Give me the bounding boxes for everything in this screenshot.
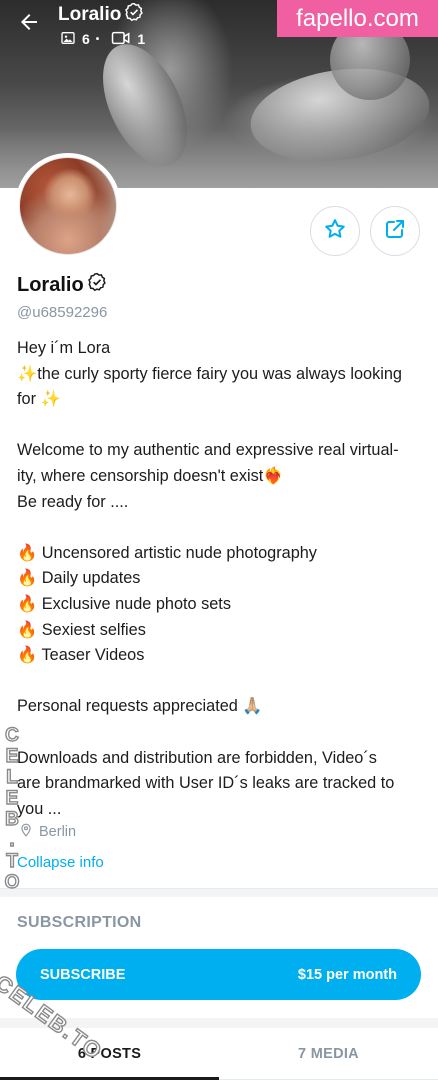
- bio-line: Welcome to my authentic and expressive r…: [17, 441, 399, 460]
- section-gap: [0, 889, 438, 897]
- avatar-image: [19, 157, 117, 255]
- side-watermark-letter: B: [4, 808, 19, 830]
- profile-location: Berlin: [19, 822, 76, 842]
- star-icon: [323, 217, 347, 246]
- stats-separator: •: [95, 33, 100, 45]
- side-watermark-letter: E: [5, 787, 19, 809]
- bio-line: [17, 515, 425, 541]
- share-button[interactable]: [370, 206, 420, 256]
- back-arrow-icon[interactable]: [14, 10, 44, 40]
- favorite-button[interactable]: [310, 206, 360, 256]
- location-text: Berlin: [39, 824, 77, 840]
- profile-name: Loralio: [17, 272, 107, 298]
- bio-line: Be ready for ....: [17, 492, 129, 511]
- tab-media[interactable]: 7 MEDIA: [219, 1028, 438, 1080]
- side-watermark-letter: E: [5, 745, 19, 767]
- bio-line: 🔥 Sexiest selfies: [17, 620, 146, 639]
- side-watermark-letter: O: [4, 871, 20, 893]
- video-icon: [111, 30, 131, 49]
- photos-count: 6: [82, 31, 90, 47]
- bio-line: ✨the curly sporty fierce fairy you was a…: [17, 364, 402, 383]
- profile-handle: @u68592296: [17, 304, 108, 321]
- bio-line: 🔥 Daily updates: [17, 569, 141, 588]
- bio-line: Personal requests appreciated 🙏🏼: [17, 697, 263, 716]
- avatar[interactable]: [15, 153, 121, 259]
- bio-line: for ✨: [17, 390, 61, 409]
- bio-line: Downloads and distribution are forbidden…: [17, 748, 377, 767]
- image-icon: [60, 30, 76, 49]
- bio-line: 🔥 Teaser Videos: [17, 646, 145, 665]
- side-watermark: CELEB.TO: [2, 724, 22, 893]
- verified-icon: [124, 2, 144, 28]
- side-watermark-letter: T: [6, 850, 19, 872]
- bio-line: [17, 720, 425, 746]
- bio-line: ity, where censorship doesn't exist❤️‍🔥: [17, 466, 284, 485]
- profile-name-text: Loralio: [17, 273, 84, 296]
- bio-line: [17, 669, 425, 695]
- bio-line: are brandmarked with User ID´s leaks are…: [17, 774, 395, 793]
- side-watermark-letter: L: [6, 766, 19, 788]
- subscription-title: SUBSCRIPTION: [17, 914, 142, 931]
- bio-line: 🔥 Uncensored artistic nude photography: [17, 543, 317, 562]
- profile-bio: Hey i´m Lora ✨the curly sporty fierce fai…: [17, 336, 425, 822]
- bio-line: 🔥 Exclusive nude photo sets: [17, 594, 231, 613]
- header-title: Loralio: [58, 2, 144, 28]
- videos-count: 1: [137, 31, 146, 47]
- bio-line: [17, 413, 425, 439]
- verified-icon: [87, 272, 107, 298]
- watermark-badge: fapello.com: [277, 0, 438, 37]
- subscribe-price: $15 per month: [297, 966, 397, 983]
- header-stats: 6 • 1: [60, 30, 145, 48]
- bio-line: Hey i´m Lora: [17, 339, 111, 357]
- collapse-info-link[interactable]: Collapse info: [17, 854, 104, 871]
- bio-line: you ...: [17, 799, 62, 818]
- side-watermark-letter: C: [4, 724, 19, 746]
- subscribe-label: SUBSCRIBE: [40, 966, 126, 983]
- share-icon: [383, 217, 407, 246]
- header-title-text: Loralio: [58, 4, 122, 25]
- subscribe-button[interactable]: SUBSCRIBE $15 per month: [16, 949, 421, 1000]
- tab-posts[interactable]: 6 POSTS: [0, 1028, 219, 1080]
- side-watermark-letter: .: [9, 829, 16, 851]
